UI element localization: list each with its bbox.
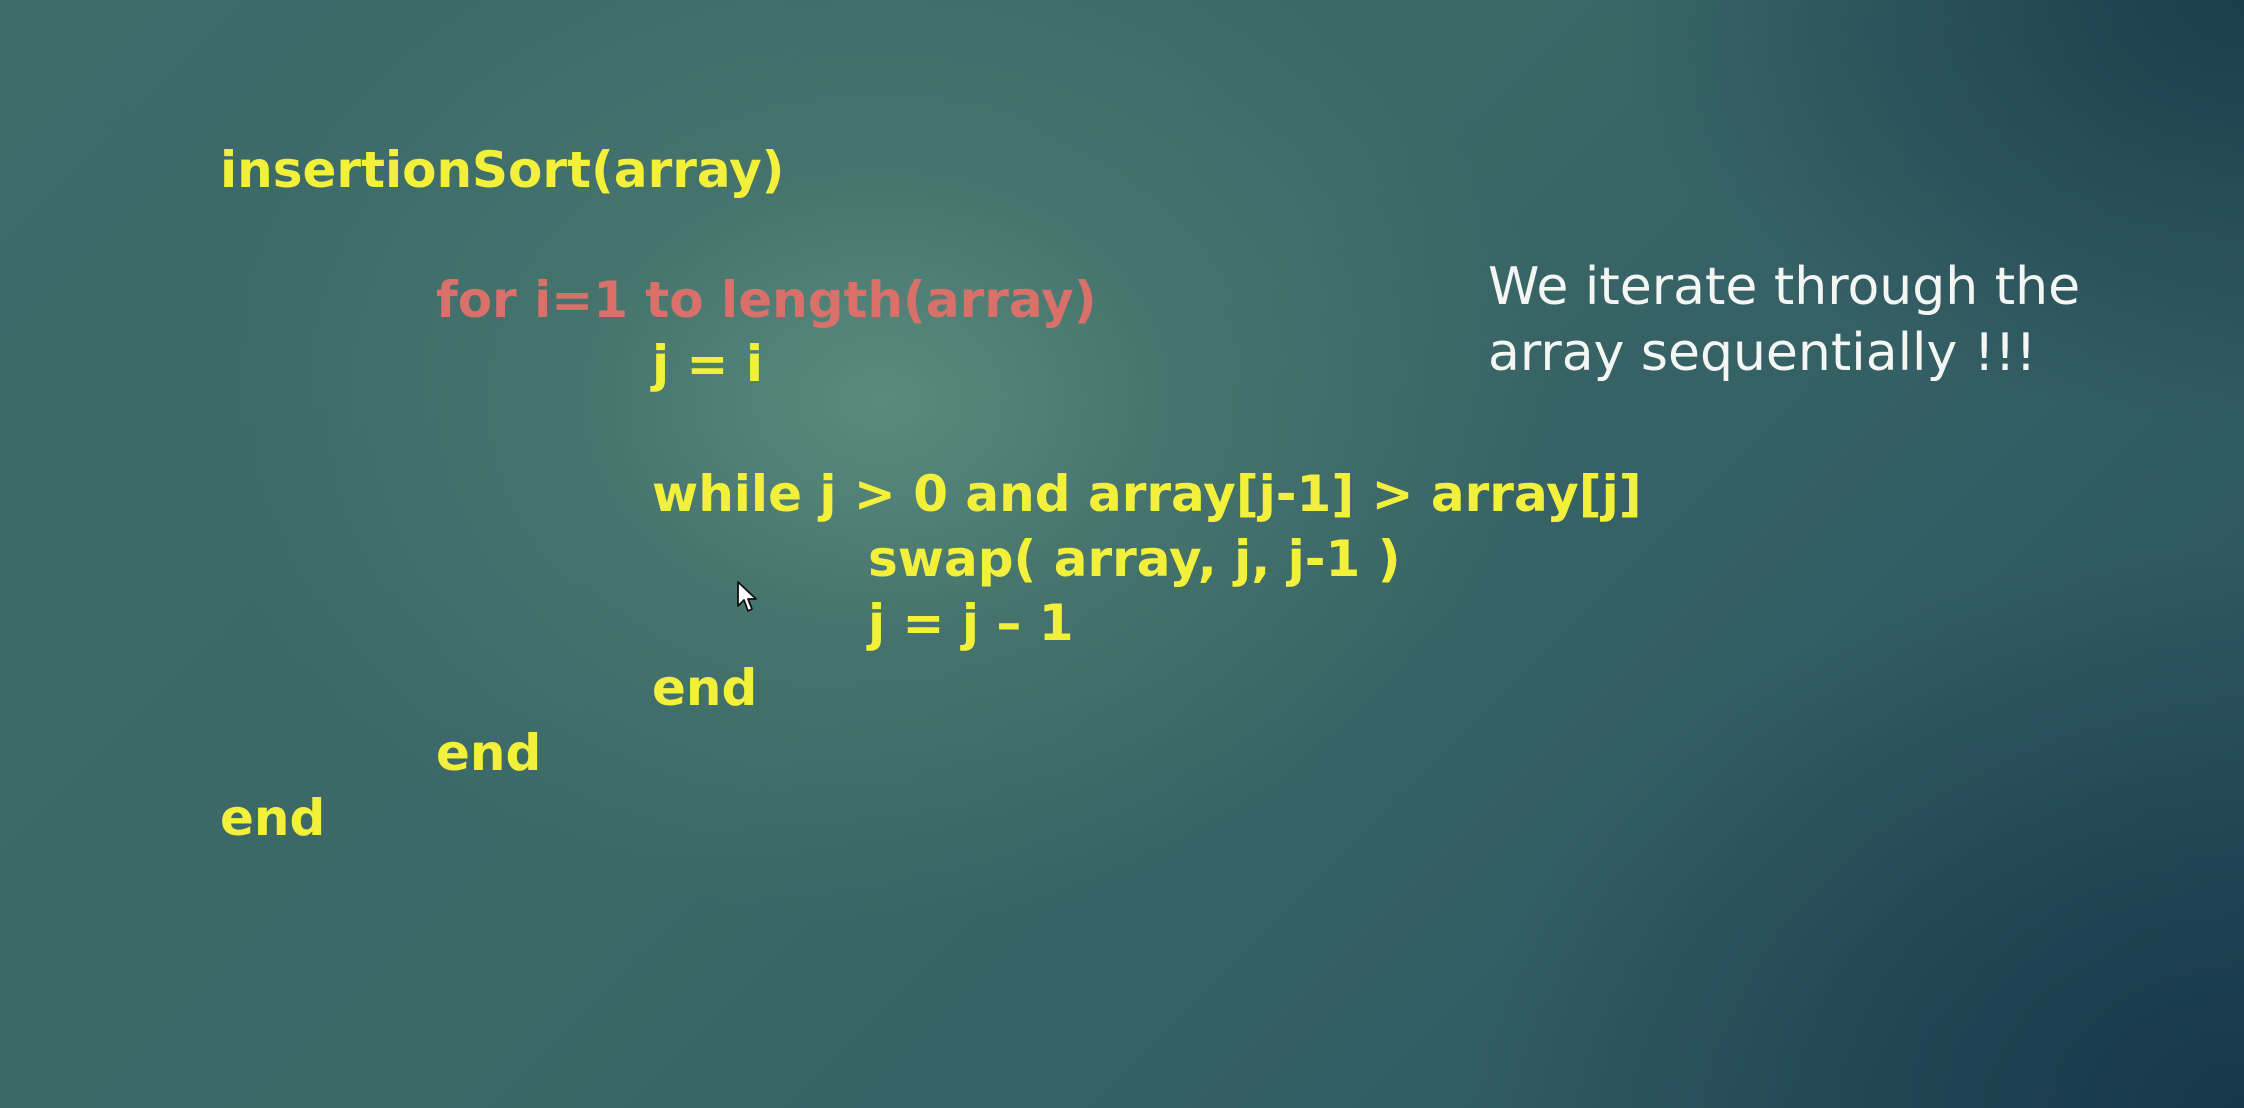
note-line-1: We iterate through the <box>1488 257 2081 317</box>
code-line-end-function: end <box>220 789 326 847</box>
slide: insertionSort(array) for i=1 to length(a… <box>0 0 2244 1108</box>
code-line-swap: swap( array, j, j-1 ) <box>868 530 1401 588</box>
code-line-end-for: end <box>436 724 542 782</box>
code-line-function-signature: insertionSort(array) <box>220 141 785 199</box>
code-line-assign-j: j = i <box>652 335 763 393</box>
explanation-note: We iterate through the array sequentiall… <box>1488 254 2148 386</box>
code-line-end-while: end <box>652 659 758 717</box>
note-line-2: array sequentially !!! <box>1488 323 2037 383</box>
code-line-while-loop: while j > 0 and array[j-1] > array[j] <box>652 465 1642 523</box>
code-line-for-loop: for i=1 to length(array) <box>436 271 1097 329</box>
code-line-decrement-j: j = j – 1 <box>868 594 1074 652</box>
mouse-pointer-icon <box>737 581 757 612</box>
